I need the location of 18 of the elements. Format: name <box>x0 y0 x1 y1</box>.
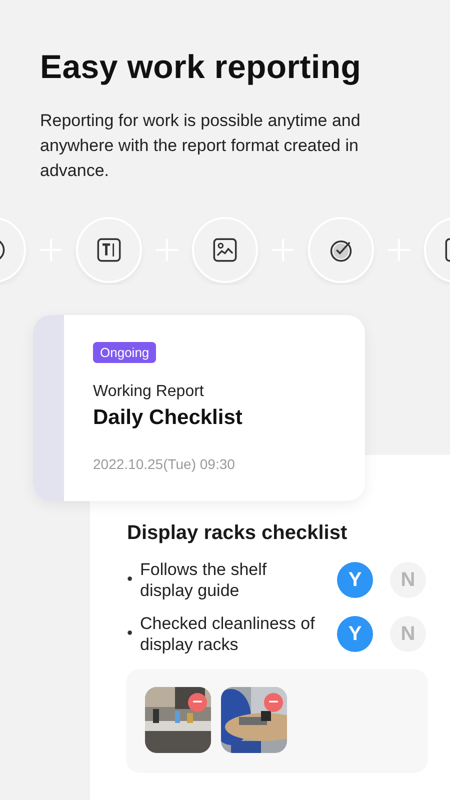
bullet: • <box>127 571 134 589</box>
page-title: Easy work reporting <box>40 48 362 86</box>
answer-button[interactable]: Y <box>337 616 373 652</box>
page-subtitle: Reporting for work is possible anytime and anywhere with the report format created in advance. <box>40 110 362 182</box>
answer-button[interactable]: N <box>390 562 426 598</box>
report-name: Daily Checklist <box>93 406 242 430</box>
checklist-title: Display racks checklist <box>127 522 348 545</box>
report-card[interactable]: Ongoing Working Report Daily Checklist 2022.10.25(Tue) 09:30 <box>33 315 365 501</box>
status-badge: Ongoing <box>93 342 156 363</box>
checklist-item: Follows the shelf display guide <box>140 559 268 601</box>
text-icon <box>96 237 122 263</box>
answer-button[interactable]: N <box>390 616 426 652</box>
image-icon <box>212 237 238 263</box>
checklist-item: Checked cleanliness of display racks <box>140 613 316 655</box>
report-category: Working Report <box>93 383 204 401</box>
bullet: • <box>127 625 134 643</box>
report-date: 2022.10.25(Tue) 09:30 <box>93 456 235 472</box>
answer-button[interactable]: Y <box>337 562 373 598</box>
